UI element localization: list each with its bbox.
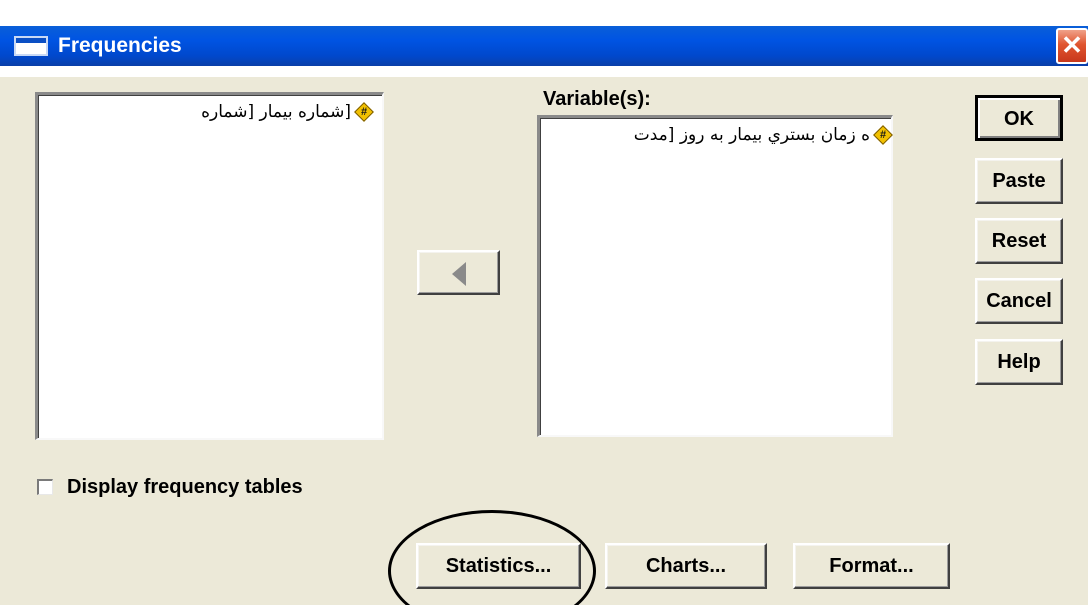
variables-label: Variable(s):	[543, 88, 651, 110]
display-frequency-tables-checkbox[interactable]	[37, 479, 53, 495]
scale-variable-icon: #	[354, 102, 374, 122]
display-frequency-tables-row[interactable]: Display frequency tables	[37, 473, 303, 501]
format-button[interactable]: Format...	[793, 543, 950, 589]
paste-button[interactable]: Paste	[975, 158, 1063, 204]
close-button[interactable]: ✕	[1056, 28, 1088, 64]
move-variable-button[interactable]	[417, 250, 500, 295]
list-item[interactable]: [شماره بيمار [شماره #	[201, 99, 374, 125]
scale-variable-icon: #	[873, 125, 893, 145]
arrow-left-icon	[452, 262, 466, 286]
reset-button[interactable]: Reset	[975, 218, 1063, 264]
ok-button[interactable]: OK	[975, 95, 1063, 141]
selected-variable-label: ه زمان بستري بيمار به روز [مدت	[633, 125, 870, 145]
help-button[interactable]: Help	[975, 339, 1063, 385]
window-icon	[14, 36, 48, 56]
cancel-button[interactable]: Cancel	[975, 278, 1063, 324]
source-variable-label: [شماره بيمار [شماره	[201, 102, 351, 122]
display-frequency-tables-label[interactable]: Display frequency tables	[67, 476, 303, 499]
window-title: Frequencies	[58, 34, 182, 57]
charts-button[interactable]: Charts...	[605, 543, 767, 589]
title-bar-area: Frequencies ✕	[0, 0, 1088, 77]
selected-variable-list[interactable]: ه زمان بستري بيمار به روز [مدت #	[537, 115, 893, 437]
source-variable-list[interactable]: [شماره بيمار [شماره #	[35, 92, 384, 440]
statistics-button[interactable]: Statistics...	[416, 543, 581, 589]
list-item[interactable]: ه زمان بستري بيمار به روز [مدت #	[634, 122, 893, 148]
frequencies-dialog: Frequencies ✕ [شماره بيمار [شماره # Vari…	[0, 0, 1088, 605]
